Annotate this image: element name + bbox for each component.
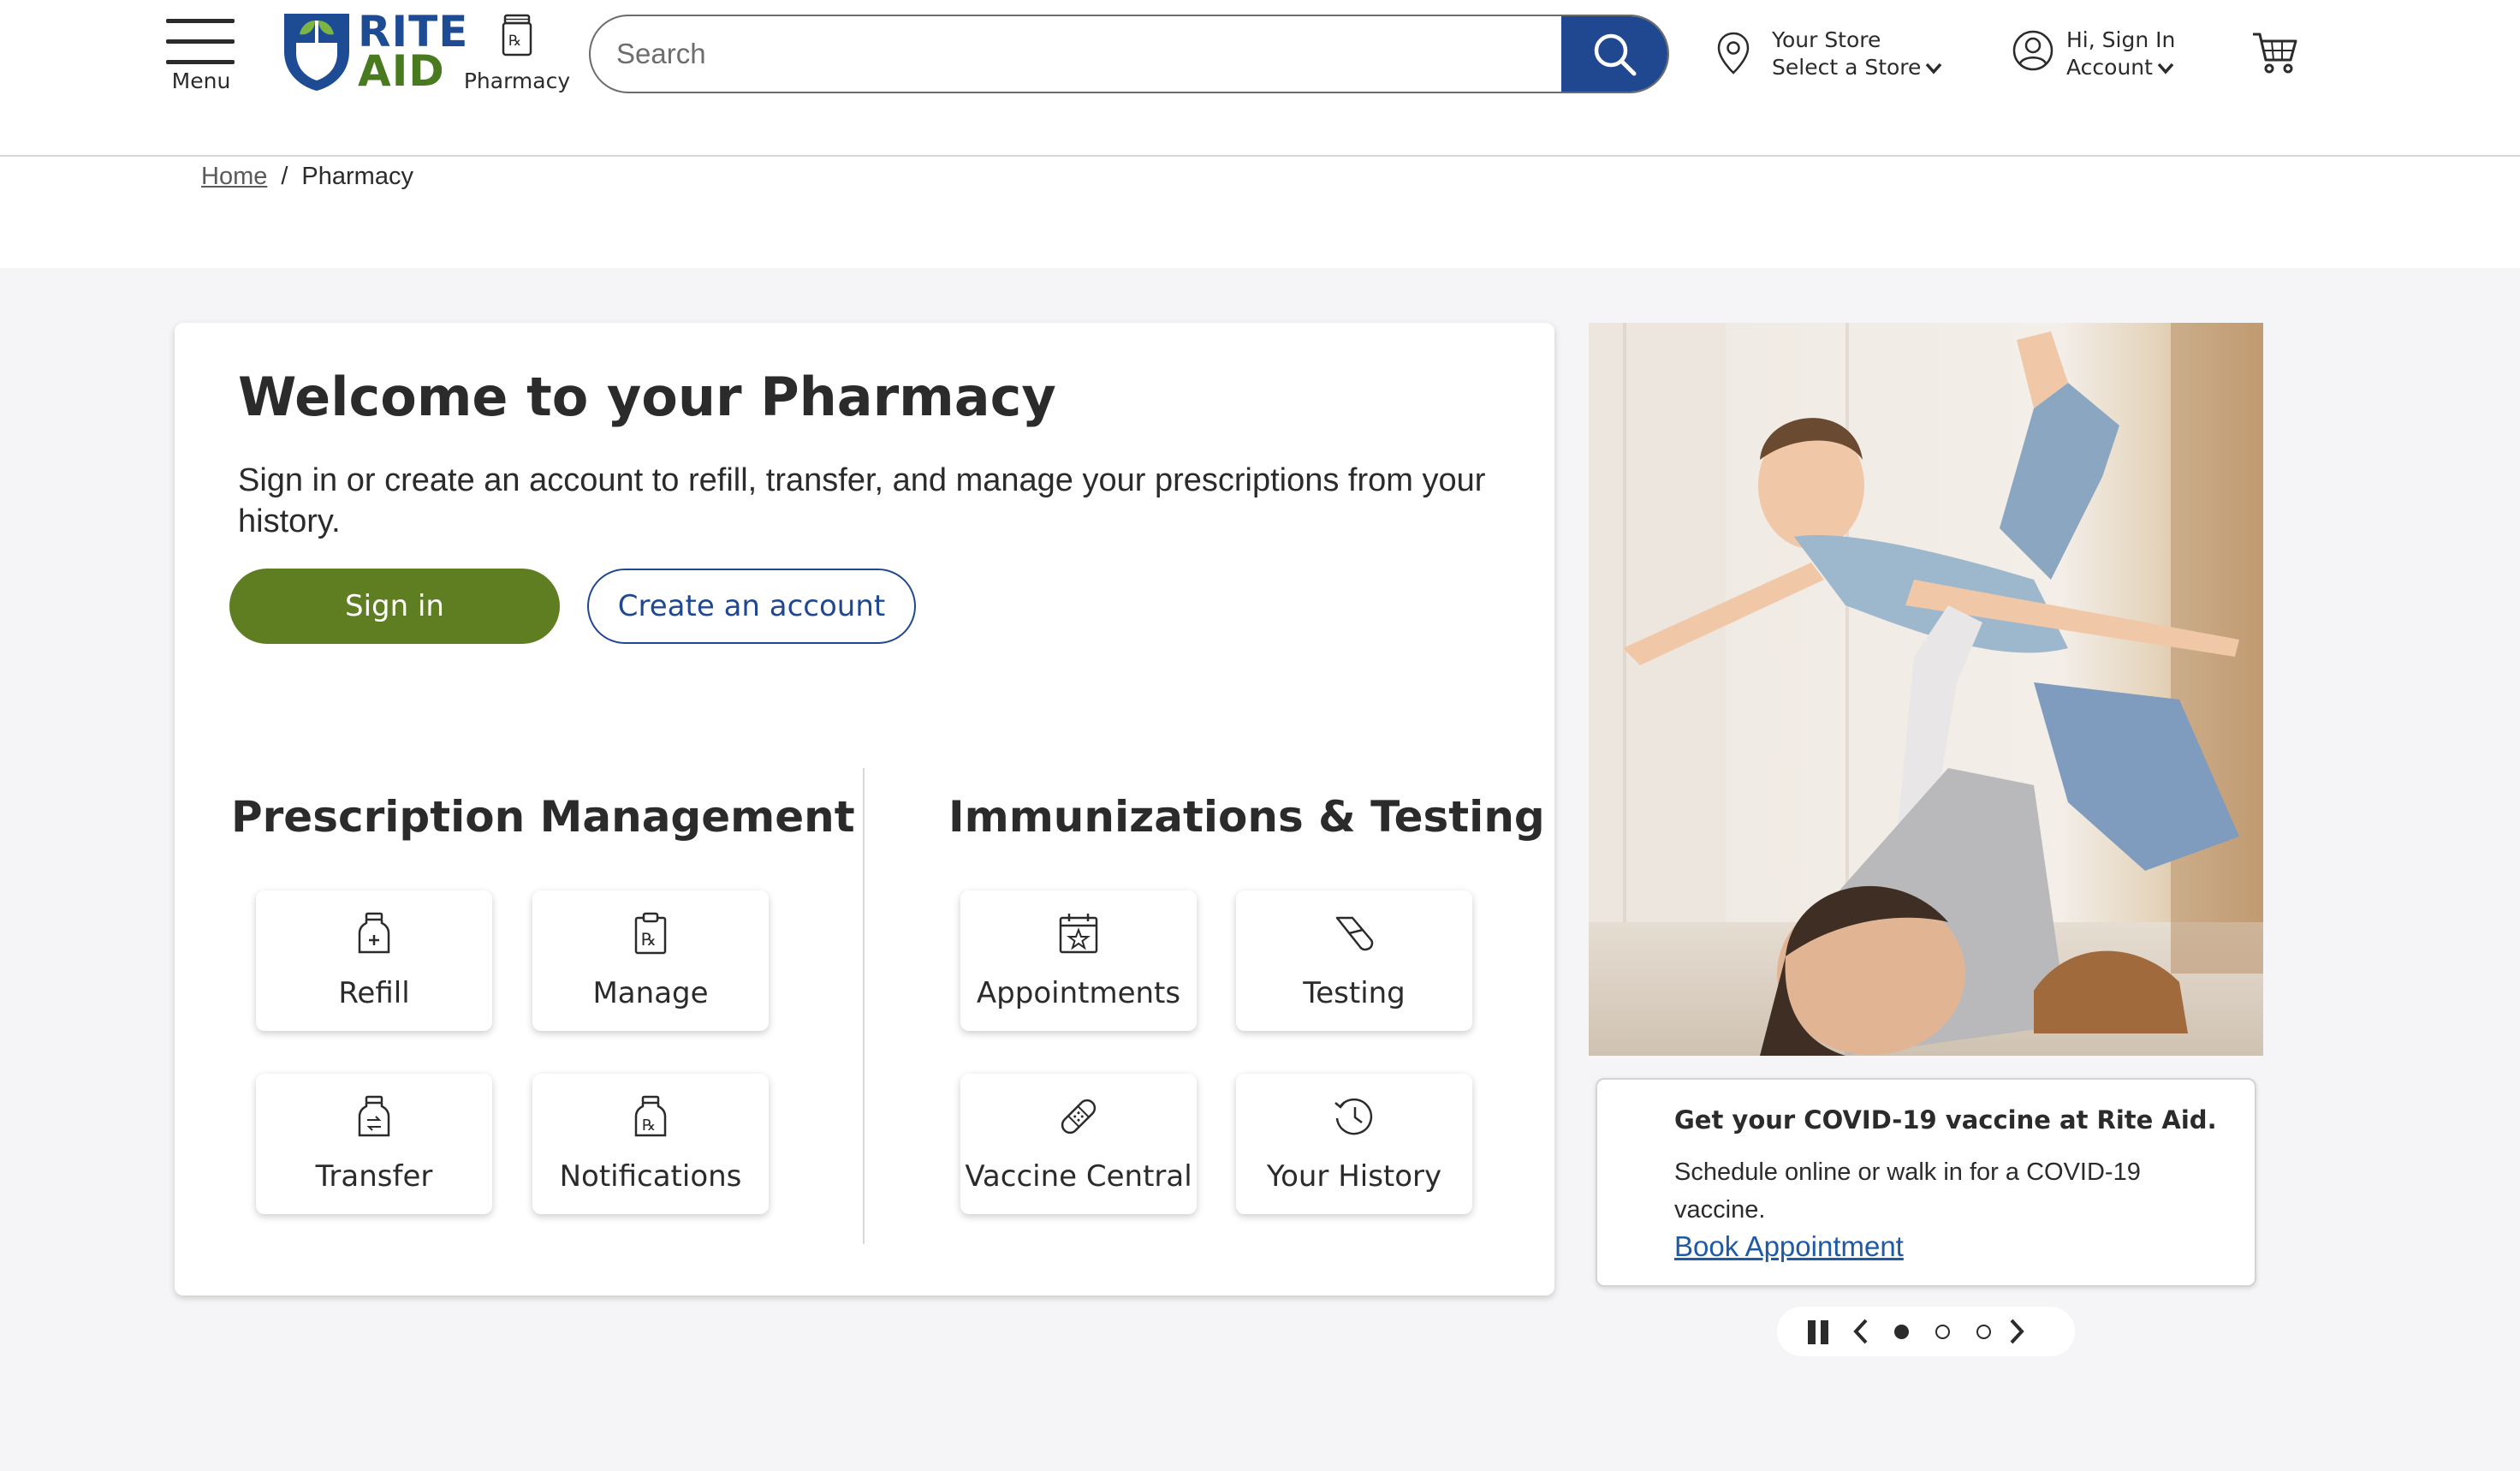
testing-tile[interactable]: Testing (1236, 890, 1472, 1031)
testing-label: Testing (1303, 976, 1406, 1010)
chevron-right-icon[interactable] (2006, 1318, 2027, 1345)
svg-text:℞: ℞ (641, 929, 657, 950)
your-history-tile[interactable]: Your History (1236, 1074, 1472, 1214)
store-selector[interactable]: Your Store Select a Store (1715, 26, 1955, 86)
hamburger-bar (166, 39, 235, 44)
pause-icon-bar (1821, 1320, 1828, 1344)
rx-bottle-icon: ℞ (502, 14, 532, 57)
svg-text:℞: ℞ (642, 1117, 656, 1135)
search-button[interactable] (1561, 16, 1667, 92)
carousel-controls (1777, 1307, 2075, 1356)
sign-in-greeting: Hi, Sign In (2066, 27, 2176, 52)
carousel-dot-1[interactable] (1894, 1325, 1909, 1339)
promo-heading: Get your COVID-19 vaccine at Rite Aid. (1674, 1105, 2217, 1135)
breadcrumb: Home / Pharmacy (201, 163, 413, 191)
select-store-text: Select a Store (1772, 55, 1943, 80)
rite-aid-logo[interactable]: RITE AID (281, 9, 467, 96)
hamburger-bar (166, 60, 235, 64)
chevron-down-icon (1926, 63, 1942, 74)
your-history-label: Your History (1266, 1159, 1442, 1194)
carousel-dot-2[interactable] (1935, 1325, 1950, 1339)
father-child-photo (1589, 323, 2263, 1056)
search-bar (589, 15, 1669, 93)
cart-icon (2253, 33, 2297, 74)
notifications-tile[interactable]: ℞ Notifications (532, 1074, 769, 1214)
account-menu[interactable]: Hi, Sign In Account (2012, 26, 2234, 86)
refill-tile[interactable]: Refill (256, 890, 492, 1031)
breadcrumb-current: Pharmacy (301, 163, 413, 190)
account-label: Account (2066, 55, 2153, 80)
hamburger-icon (166, 19, 235, 23)
chevron-down-icon (2157, 63, 2174, 74)
welcome-description: Sign in or create an account to refill, … (238, 462, 1486, 539)
section-divider (863, 768, 865, 1244)
menu-button[interactable]: Menu (163, 15, 240, 101)
promo-card: Get your COVID-19 vaccine at Rite Aid. S… (1596, 1078, 2256, 1287)
select-store-label: Select a Store (1772, 55, 1922, 80)
vaccine-central-label: Vaccine Central (965, 1159, 1192, 1194)
carousel-dot-3[interactable] (1976, 1325, 1991, 1339)
search-input[interactable] (616, 16, 1541, 92)
transfer-bottle-icon (358, 1095, 390, 1137)
appointments-tile[interactable]: Appointments (960, 890, 1197, 1031)
shield-logo-icon (284, 14, 349, 91)
notifications-label: Notifications (559, 1159, 742, 1194)
manage-label: Manage (592, 976, 709, 1010)
pause-button[interactable] (1808, 1320, 1828, 1344)
menu-label: Menu (171, 68, 231, 93)
breadcrumb-home-link[interactable]: Home (201, 163, 267, 190)
refill-label: Refill (338, 976, 410, 1010)
location-pin-icon (1717, 32, 1750, 74)
account-text: Account (2066, 55, 2175, 80)
svg-text:℞: ℞ (508, 33, 521, 50)
prescription-management-title: Prescription Management (231, 792, 855, 842)
sign-in-button[interactable]: Sign in (229, 569, 560, 644)
rx-clipboard-icon: ℞ (634, 912, 667, 955)
appointments-label: Appointments (976, 976, 1181, 1010)
test-swab-icon (1335, 916, 1374, 951)
site-header: Menu RITE AID ℞ Pharmacy Search Your Sto… (0, 0, 2520, 157)
promo-body: Schedule online or walk in for a COVID-1… (1674, 1158, 2141, 1224)
promo-photo (1589, 323, 2263, 1056)
chevron-left-icon[interactable] (1851, 1318, 1871, 1345)
breadcrumb-separator: / (281, 163, 288, 190)
cart-button[interactable] (2251, 31, 2303, 79)
logo-text-bottom: AID (358, 46, 445, 96)
pharmacy-nav-link[interactable]: ℞ Pharmacy (459, 14, 575, 99)
pause-icon (1808, 1320, 1816, 1344)
transfer-label: Transfer (315, 1159, 433, 1194)
vaccine-central-tile[interactable]: Vaccine Central (960, 1074, 1197, 1214)
book-appointment-link[interactable]: Book Appointment (1674, 1230, 1904, 1263)
history-clock-icon (1334, 1098, 1373, 1135)
refill-bottle-icon (358, 912, 390, 954)
bandage-icon (1061, 1099, 1097, 1135)
immunizations-testing-title: Immunizations & Testing (948, 792, 1545, 842)
search-icon (1594, 33, 1637, 76)
create-account-button[interactable]: Create an account (587, 569, 916, 644)
welcome-card: Welcome to your Pharmacy Sign in or crea… (175, 323, 1554, 1295)
rx-bottle-icon: ℞ (634, 1095, 667, 1137)
store-label: Your Store (1772, 27, 1881, 52)
transfer-tile[interactable]: Transfer (256, 1074, 492, 1214)
page-title: Welcome to your Pharmacy (238, 366, 1056, 428)
manage-tile[interactable]: ℞ Manage (532, 890, 769, 1031)
calendar-star-icon (1059, 914, 1098, 954)
user-icon (2012, 30, 2053, 71)
pharmacy-label: Pharmacy (463, 68, 571, 93)
